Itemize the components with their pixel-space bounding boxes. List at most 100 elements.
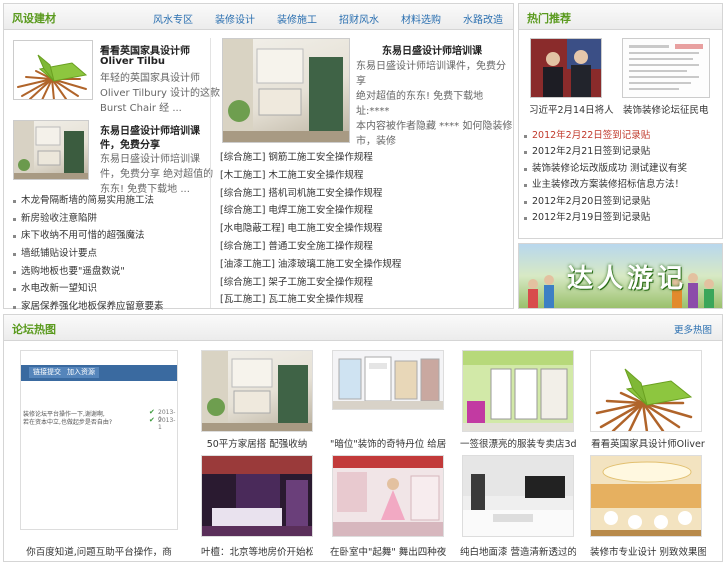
panel-title: 热门推荐 [527, 12, 571, 25]
news-photo-thumbnail[interactable] [530, 38, 602, 98]
document-preview [629, 44, 703, 90]
panel-title: 论坛热图 [12, 323, 56, 336]
desc-line: 东易日盛设计师培训课件，免费分享 [356, 61, 506, 87]
news-item[interactable]: 装饰装修论坛改版成功 测试建议有奖 [524, 161, 687, 177]
news-item[interactable]: 2012年2月20日签到记录贴 [524, 194, 687, 210]
banquet-hall-image [591, 461, 701, 536]
forum-image-thumbnail[interactable] [590, 455, 702, 537]
image-caption[interactable]: "暗位"装饰的奇特丹位 给居 [330, 436, 446, 450]
forum-image-thumbnail[interactable] [462, 455, 574, 537]
list-item[interactable]: [水电隐蔽工程] 电工施工安全操作规程 [220, 220, 401, 238]
list-item[interactable]: [综合施工] 搭机司机施工安全操作规程 [220, 185, 401, 203]
image-caption[interactable]: 在卧室中"起舞" 舞出四种夜 [330, 544, 446, 558]
burst-chair-image [595, 368, 693, 431]
list-item[interactable]: [综合施工] 架子工施工安全操作规程 [220, 274, 401, 292]
list-item[interactable]: 选购地板也要"遥盘数说" [13, 263, 164, 281]
category-tabs: 风水专区 装修设计 装修施工 招财风水 材料选购 水路改造 [131, 11, 503, 26]
feature-subtitle[interactable]: 件，免费分享 [100, 136, 160, 151]
tab-fengshui-zone[interactable]: 风水专区 [153, 11, 193, 26]
forum-doc-thumbnail[interactable] [622, 38, 710, 98]
feature-description: 东易日盛设计师培训课件，免费分享 绝对超值的东东! 免费下载地址:**** 本内… [356, 59, 513, 149]
construction-rules-list: [综合施工] 钢筋工施工安全操作规程 [木工施工] 木工施工安全操作规程 [综合… [220, 149, 401, 309]
list-item[interactable]: 新房验收注意陷阱 [13, 210, 164, 228]
article-list: 木龙骨隔断墙的简易实用施工法 新房验收注意陷阱 床下收纳不用可惜的超强魔法 墙纸… [13, 192, 164, 316]
list-item[interactable]: 木龙骨隔断墙的简易实用施工法 [13, 192, 164, 210]
tab-decoration-design[interactable]: 装修设计 [215, 11, 255, 26]
forum-image-thumbnail[interactable] [201, 350, 313, 432]
hot-recommend-panel: 热门推荐 习近平2月14日将人 装饰装修论坛征民电 2012年2月22日签到记录… [518, 3, 723, 239]
forum-image-thumbnail[interactable] [462, 350, 574, 432]
purple-bedroom-image [202, 456, 312, 536]
check-icon: ✔ [149, 408, 155, 416]
list-item[interactable]: [木工施工] 木工施工安全操作规程 [220, 167, 401, 185]
feature-description: 东易日盛设计师培训课 件，免费分享 绝对超值的 东东! 免费下载地 ... [100, 152, 213, 197]
list-item[interactable]: [综合施工] 电焊工施工安全操作规程 [220, 202, 401, 220]
feature-subtitle[interactable]: Oliver Tilbu [100, 56, 165, 67]
burst-chair-image [17, 54, 88, 99]
room-thumbnail[interactable] [13, 120, 89, 180]
news-item[interactable]: 2012年2月22日签到记录贴 [524, 128, 687, 144]
forum-image-thumbnail[interactable] [332, 455, 444, 537]
desc-line: 件，免费分享 绝对超值的 [100, 169, 214, 180]
forum-image-thumbnail[interactable] [201, 455, 313, 537]
compact-home-image [202, 351, 312, 431]
thumbnail-caption[interactable]: 习近平2月14日将人 [529, 102, 617, 116]
image-caption[interactable]: 装修市专业设计 别致效果图 [590, 544, 706, 558]
list-item[interactable]: [综合施工] 普通工安全施工操作规程 [220, 238, 401, 256]
image-caption[interactable]: 一签很漂亮的服装专卖店3d [460, 436, 576, 450]
desc-line: 东易日盛设计师培训课 [100, 154, 200, 165]
forum-hot-images-panel: 论坛热图 更多热图 链接提交 加入资源 装修论坛平台操作一下,谢谢啊, 若在资本… [3, 314, 723, 562]
image-caption[interactable]: 50平方家居搭 配强收纳 [201, 436, 313, 450]
tab-wealth-fengshui[interactable]: 招财风水 [339, 11, 379, 26]
thumbnail-caption[interactable]: 装饰装修论坛征民电 [623, 102, 721, 116]
forum-image-thumbnail[interactable] [332, 350, 444, 410]
column-divider [210, 38, 211, 308]
kitchen-interior-image [223, 39, 349, 142]
news-item[interactable]: 业主装修改方案装修招标信息方法！ [524, 177, 687, 193]
image-caption[interactable]: 看看英国家具设计师Oliver [590, 436, 706, 450]
panel-header: 热门推荐 [519, 4, 722, 30]
check-icon: ✔ [149, 416, 155, 424]
white-floor-image [463, 456, 573, 536]
officials-photo [531, 39, 601, 97]
travel-banner[interactable]: 达人游记 [518, 243, 723, 309]
interior-thumbnail[interactable] [222, 38, 350, 143]
desc-line: 绝对超值的东东! 免费下载地址:**** [356, 91, 484, 117]
feature-title[interactable]: 东易日盛设计师培训课 [100, 122, 200, 137]
panel-title: 风设建材 [12, 12, 56, 25]
desc-line: Oliver Tilbury 设计的这款 [100, 88, 221, 99]
living-room-image [14, 121, 88, 179]
desc-line: Burst Chair 经 ... [100, 103, 182, 114]
feature-description: 年轻的英国家具设计师 Oliver Tilbury 设计的这款 Burst Ch… [100, 71, 220, 116]
tab-decoration-construction[interactable]: 装修施工 [277, 11, 317, 26]
list-item[interactable]: [综合施工] 钢筋工施工安全操作规程 [220, 149, 401, 167]
feature-title[interactable]: 东易日盛设计师培训课 [382, 42, 482, 57]
tab-material-shopping[interactable]: 材料选购 [401, 11, 441, 26]
list-item[interactable]: [瓦工施工] 瓦工施工安全操作规程 [220, 291, 401, 309]
list-item[interactable]: 床下收纳不用可惜的超强魔法 [13, 227, 164, 245]
tab-plumbing-renovation[interactable]: 水路改造 [463, 11, 503, 26]
feature-title[interactable]: 看看英国家具设计师 [100, 42, 190, 57]
submit-link-button: 链接提交 [29, 367, 65, 378]
dance-bedroom-image [333, 456, 443, 536]
news-item[interactable]: 2012年2月21日签到记录贴 [524, 144, 687, 160]
desc-line: 本内容被作者隐藏 **** 如何隐装修 [356, 121, 513, 132]
list-item[interactable]: [油漆工施工] 油漆玻璃工施工安全操作规程 [220, 256, 401, 274]
list-item[interactable]: 水电改新一望知识 [13, 280, 164, 298]
image-caption[interactable]: 叶檀：北京等地房价开始松 [201, 544, 313, 558]
clothing-store-image [463, 351, 573, 431]
desc-line: 年轻的英国家具设计师 [100, 73, 200, 84]
screenshot-line: 若在资本中立,也做起步是否自由? [23, 419, 113, 426]
news-list: 2012年2月22日签到记录贴 2012年2月21日签到记录贴 装饰装修论坛改版… [524, 128, 687, 226]
chair-thumbnail[interactable] [13, 40, 93, 100]
more-images-link[interactable]: 更多热图 [674, 322, 712, 336]
news-item[interactable]: 2012年2月19日签到记录贴 [524, 210, 687, 226]
panel-header: 论坛热图 更多热图 [4, 315, 722, 341]
panel-header: 风设建材 风水专区 装修设计 装修施工 招财风水 材料选购 水路改造 [4, 4, 513, 30]
desc-line: 市，装修 [356, 136, 396, 147]
image-caption[interactable]: 你百度知道,问题互助平台操作，商 [20, 544, 178, 558]
forum-image-thumbnail[interactable] [590, 350, 702, 432]
list-item[interactable]: 墙纸铺贴设计要点 [13, 245, 164, 263]
image-caption[interactable]: 纯白地面漆 营造清新透过的 [460, 544, 576, 558]
forum-screenshot-thumbnail[interactable]: 链接提交 加入资源 装修论坛平台操作一下,谢谢啊, 若在资本中立,也做起步是否自… [20, 350, 178, 530]
